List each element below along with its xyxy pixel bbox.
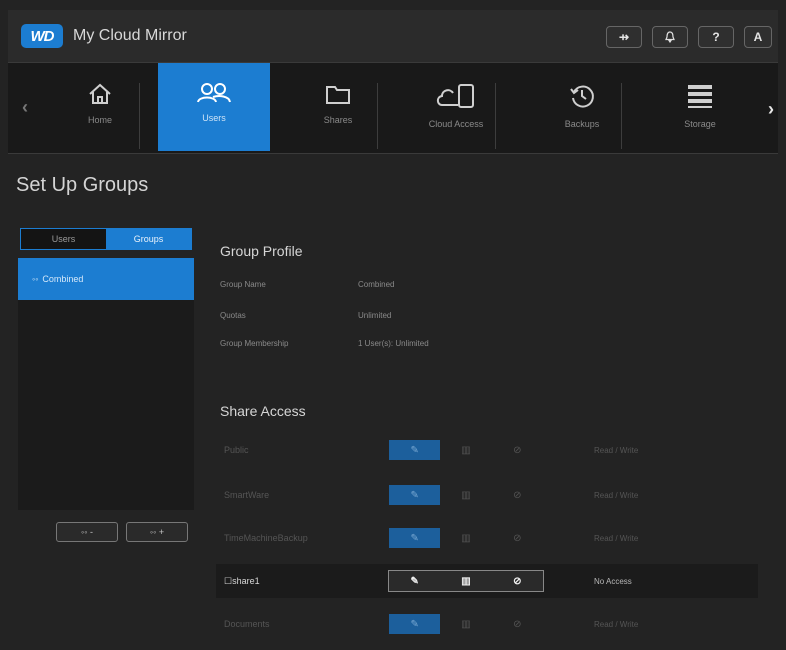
nav-label-users: Users <box>202 113 226 123</box>
read-write-option[interactable]: ✎ <box>389 528 441 548</box>
history-icon <box>570 85 594 108</box>
no-access-option[interactable]: ⊘ <box>492 528 543 548</box>
group-list: ◦◦ Combined <box>18 258 194 510</box>
read-write-option[interactable]: ✎ <box>389 614 441 634</box>
share-status: No Access <box>594 576 632 586</box>
app-title: My Cloud Mirror <box>73 27 187 44</box>
profile-label-membership: Group Membership <box>220 339 289 348</box>
read-write-option[interactable]: ✎ <box>389 440 441 460</box>
share-status: Read / Write <box>594 445 639 455</box>
nav-next-icon[interactable]: › <box>768 99 774 120</box>
help-icon[interactable]: ? <box>698 26 734 48</box>
group-icon: ◦◦ <box>149 527 157 537</box>
share-name: TimeMachineBackup <box>224 533 308 543</box>
share-row: ☐share1 ✎ ▥ ⊘ No Access <box>216 564 758 598</box>
read-only-option[interactable]: ▥ <box>440 571 491 591</box>
storage-icon <box>688 85 712 108</box>
home-icon <box>89 83 111 104</box>
share-row: SmartWare ✎ ▥ ⊘ Read / Write <box>216 478 758 512</box>
share-permission-selector: ✎ ▥ ⊘ <box>388 613 544 635</box>
no-access-option[interactable]: ⊘ <box>492 614 543 634</box>
group-icon: ◦◦ <box>32 274 39 284</box>
checkbox-icon[interactable]: ☐ <box>224 576 232 586</box>
share-row: Public ✎ ▥ ⊘ Read / Write <box>216 433 758 467</box>
share-permission-selector: ✎ ▥ ⊘ <box>388 484 544 506</box>
read-write-option[interactable]: ✎ <box>389 485 441 505</box>
share-permission-selector: ✎ ▥ ⊘ <box>388 527 544 549</box>
group-icon: ◦◦ <box>81 527 88 537</box>
share-permission-selector: ✎ ▥ ⊘ <box>388 570 544 592</box>
nav-item-backups[interactable]: Backups <box>526 71 638 151</box>
nav-prev-icon[interactable]: ‹ <box>22 97 28 118</box>
profile-label-quotas: Quotas <box>220 311 246 320</box>
share-row: TimeMachineBackup ✎ ▥ ⊘ Read / Write <box>216 521 758 555</box>
share-permission-selector: ✎ ▥ ⊘ <box>388 439 544 461</box>
folder-icon <box>326 86 350 104</box>
app-header: WD My Cloud Mirror ⇸ ? A <box>8 10 778 62</box>
users-icon <box>197 83 231 103</box>
share-name: Documents <box>224 619 270 629</box>
toggle-users[interactable]: Users <box>21 229 106 249</box>
user-icon[interactable]: A <box>744 26 772 48</box>
profile-label-group-name: Group Name <box>220 280 266 289</box>
group-list-buttons: ◦◦ - ◦◦ + <box>56 522 188 542</box>
nav-item-shares[interactable]: Shares <box>282 71 394 151</box>
share-status: Read / Write <box>594 490 639 500</box>
no-access-option[interactable]: ⊘ <box>492 485 543 505</box>
share-status: Read / Write <box>594 533 639 543</box>
group-list-item[interactable]: ◦◦ Combined <box>18 258 194 300</box>
read-write-option[interactable]: ✎ <box>389 571 440 591</box>
share-status: Read / Write <box>594 619 639 629</box>
share-name: SmartWare <box>224 490 270 500</box>
read-only-option[interactable]: ▥ <box>440 614 491 634</box>
share-access-title: Share Access <box>220 403 306 419</box>
share-row: Documents ✎ ▥ ⊘ Read / Write <box>216 607 758 641</box>
nav-label-cloud-access: Cloud Access <box>428 119 484 129</box>
nav-label-backups: Backups <box>564 119 600 129</box>
usb-icon[interactable]: ⇸ <box>606 26 642 48</box>
no-access-option[interactable]: ⊘ <box>492 571 543 591</box>
bell-icon[interactable] <box>652 26 688 48</box>
page-title: Set Up Groups <box>16 174 149 196</box>
no-access-option[interactable]: ⊘ <box>492 440 543 460</box>
group-list-label: Combined <box>42 274 84 284</box>
nav-label-storage: Storage <box>684 119 716 129</box>
read-only-option[interactable]: ▥ <box>440 528 491 548</box>
nav-item-cloud-access[interactable]: Cloud Access <box>400 71 512 151</box>
users-groups-toggle: Users Groups <box>20 228 192 250</box>
add-group-button[interactable]: ◦◦ + <box>126 522 188 542</box>
share-name: ☐share1 <box>224 575 260 586</box>
nav-label-home: Home <box>87 115 112 125</box>
header-icons: ⇸ ? A <box>606 26 772 48</box>
read-only-option[interactable]: ▥ <box>440 440 491 460</box>
nav-item-users[interactable]: Users <box>158 63 270 151</box>
profile-value-quotas[interactable]: Unlimited <box>358 311 391 320</box>
toggle-groups[interactable]: Groups <box>106 229 191 249</box>
read-only-option[interactable]: ▥ <box>440 485 491 505</box>
main-nav: ‹ Home Users Shares Cloud Access Backups… <box>8 62 778 154</box>
nav-label-shares: Shares <box>323 115 353 125</box>
profile-value-membership[interactable]: 1 User(s): Unlimited <box>358 339 429 348</box>
share-name: Public <box>224 445 249 455</box>
wd-logo: WD <box>21 24 63 48</box>
remove-group-button[interactable]: ◦◦ - <box>56 522 118 542</box>
nav-item-storage[interactable]: Storage <box>644 71 756 151</box>
nav-item-home[interactable]: Home <box>44 71 156 151</box>
group-profile-title: Group Profile <box>220 243 303 259</box>
profile-value-group-name: Combined <box>358 280 395 289</box>
cloud-device-icon <box>436 84 474 108</box>
